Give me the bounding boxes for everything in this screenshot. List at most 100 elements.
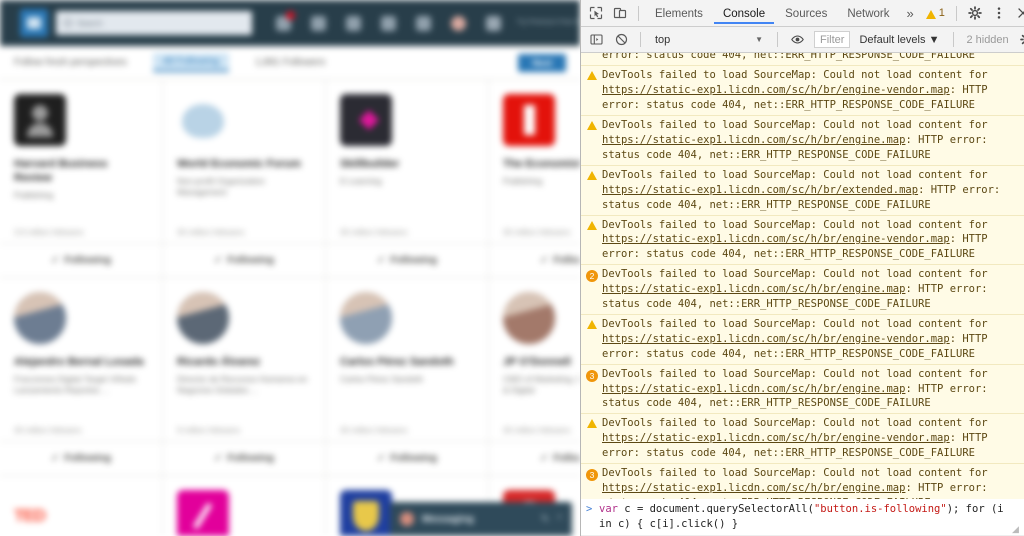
- clear-console-icon[interactable]: [610, 29, 632, 51]
- notifications-icon[interactable]: [416, 15, 431, 31]
- following-card[interactable]: Ricardo Álvarez Director de Recursos Huma…: [163, 278, 326, 476]
- linkedin-page: Search Try Premium Free for 1 Month Foll…: [0, 0, 580, 536]
- tab-elements[interactable]: Elements: [646, 3, 712, 24]
- card-follower-count: 3.9 million followers: [14, 228, 84, 237]
- linkedin-logo-icon[interactable]: [20, 9, 48, 37]
- check-icon: ✓: [376, 453, 386, 464]
- filter-input[interactable]: Filter: [814, 31, 851, 48]
- console-message[interactable]: DevTools failed to load SourceMap: Could…: [581, 315, 1024, 365]
- card-subtitle: Publishing: [503, 175, 543, 186]
- card-title[interactable]: Ricardo Álvarez: [177, 356, 311, 370]
- following-button[interactable]: ✓ Following: [163, 243, 325, 277]
- following-card[interactable]: JP O'Donnell CMO of Marketing, Content, B…: [489, 278, 580, 476]
- following-card[interactable]: The Economist Publishing 30 million follow…: [489, 80, 580, 278]
- console-settings-gear-icon[interactable]: [1016, 29, 1024, 51]
- home-icon[interactable]: [276, 10, 295, 31]
- following-card[interactable]: Alejandro Bernal Losada Fracciones Digita…: [0, 278, 163, 476]
- work-grid-icon[interactable]: [486, 15, 501, 31]
- following-button[interactable]: ✓ Following: [0, 243, 162, 277]
- card-title[interactable]: Alejandro Bernal Losada: [14, 356, 148, 370]
- chevron-down-icon: ▼: [755, 35, 763, 44]
- console-message[interactable]: DevTools failed to load SourceMap: Could…: [581, 414, 1024, 465]
- tab-follow-fresh-perspectives[interactable]: Follow fresh perspectives: [14, 57, 127, 68]
- card-title[interactable]: The Economist: [503, 158, 580, 172]
- following-card[interactable]: World Economic Forum Non-profit Organizat…: [163, 80, 326, 278]
- inspect-element-icon[interactable]: [585, 2, 607, 24]
- sourcemap-url-link[interactable]: https://static-exp1.licdn.com/sc/h/br/en…: [602, 283, 905, 295]
- card-follower-count: 30 million followers: [14, 426, 82, 435]
- console-message[interactable]: 3 DevTools failed to load SourceMap: Coul…: [581, 464, 1024, 499]
- sourcemap-url-link[interactable]: https://static-exp1.licdn.com/sc/h/br/en…: [602, 84, 950, 96]
- card-title[interactable]: World Economic Forum: [177, 158, 311, 172]
- sourcemap-url-link[interactable]: https://static-exp1.licdn.com/sc/h/br/en…: [602, 432, 950, 444]
- gear-icon[interactable]: [964, 2, 986, 24]
- devtools-toolbar: Elements Console Sources Network » 1: [581, 0, 1024, 27]
- tab-all-following[interactable]: All Following: [152, 53, 229, 72]
- message-prefix: DevTools failed to load SourceMap: Could…: [602, 119, 988, 132]
- following-card[interactable]: Carlos Pérez Sandoth Carlos Pérez Sandoth…: [326, 278, 489, 476]
- console-message[interactable]: DevTools failed to load SourceMap: Could…: [581, 116, 1024, 166]
- tab-console[interactable]: Console: [713, 3, 775, 24]
- sourcemap-url-link[interactable]: https://static-exp1.licdn.com/sc/h/br/en…: [602, 233, 950, 245]
- repeat-count-badge: 2: [586, 267, 598, 312]
- card-title[interactable]: Skillbuilder: [340, 158, 474, 172]
- live-expression-icon[interactable]: [786, 29, 808, 51]
- console-prompt[interactable]: > var c = document.querySelectorAll("but…: [581, 498, 1024, 536]
- following-button[interactable]: ✓ Following: [326, 243, 488, 277]
- following-button[interactable]: ✓ Following: [489, 441, 580, 475]
- following-card[interactable]: TEDTED Conferences: [0, 476, 163, 536]
- toolbar-divider: [638, 5, 639, 21]
- check-icon: ✓: [213, 453, 223, 464]
- execution-context-select[interactable]: top ▼: [649, 34, 769, 46]
- sourcemap-url-link[interactable]: https://static-exp1.licdn.com/sc/h/br/en…: [602, 333, 950, 345]
- premium-promo-label[interactable]: Try Premium Free for 1 Month: [517, 18, 580, 29]
- sourcemap-url-link[interactable]: https://static-exp1.licdn.com/sc/h/br/en…: [602, 482, 905, 494]
- following-card[interactable]: Skillbuilder E-Learning 30 million followe…: [326, 80, 489, 278]
- tab-followers[interactable]: 1,891 Followers: [255, 57, 326, 68]
- tab-network[interactable]: Network: [838, 3, 898, 24]
- resize-grip-icon[interactable]: ◢: [1012, 524, 1022, 534]
- card-title[interactable]: Carlos Pérez Sandoth: [340, 356, 474, 370]
- card-title[interactable]: JP O'Donnell: [503, 356, 580, 370]
- messaging-bar[interactable]: Messaging ✎ ^: [390, 502, 572, 536]
- next-button[interactable]: Next: [518, 53, 566, 72]
- following-button-label: Following: [553, 255, 580, 266]
- more-vertical-icon[interactable]: [988, 2, 1010, 24]
- console-message[interactable]: DevTools failed to load SourceMap: Could…: [581, 166, 1024, 216]
- chevron-up-icon[interactable]: ^: [557, 514, 562, 525]
- jobs-icon[interactable]: [346, 15, 361, 31]
- search-input[interactable]: Search: [56, 11, 252, 35]
- console-message[interactable]: DevTools failed to load SourceMap: Could…: [581, 216, 1024, 266]
- close-icon[interactable]: [1012, 2, 1024, 24]
- sourcemap-url-link[interactable]: https://static-exp1.licdn.com/sc/h/br/en…: [602, 383, 905, 395]
- following-card[interactable]: [163, 476, 326, 536]
- following-button[interactable]: ✓ Following: [489, 243, 580, 277]
- more-tabs-icon[interactable]: »: [901, 6, 920, 21]
- tab-sources[interactable]: Sources: [776, 3, 836, 24]
- check-icon: ✓: [213, 255, 223, 266]
- log-levels-select[interactable]: Default levels ▼: [853, 34, 945, 46]
- device-toolbar-icon[interactable]: [609, 2, 631, 24]
- sourcemap-url-link[interactable]: https://static-exp1.licdn.com/sc/h/br/en…: [602, 134, 905, 146]
- following-card[interactable]: Harvard Business Review Publishing 3.9 mil…: [0, 80, 163, 278]
- following-button[interactable]: ✓ Following: [326, 441, 488, 475]
- network-icon[interactable]: [311, 15, 326, 31]
- warning-count-badge[interactable]: 1: [922, 7, 949, 19]
- console-message[interactable]: DevTools failed to load SourceMap: Could…: [581, 53, 1024, 67]
- me-avatar-icon[interactable]: [451, 15, 466, 31]
- console-message[interactable]: 3 DevTools failed to load SourceMap: Coul…: [581, 365, 1024, 415]
- console-message-text: DevTools failed to load SourceMap: Could…: [602, 367, 1018, 412]
- console-input[interactable]: var c = document.querySelectorAll("butto…: [599, 502, 1018, 532]
- following-button[interactable]: ✓ Following: [0, 441, 162, 475]
- sourcemap-url-link[interactable]: https://static-exp1.licdn.com/sc/h/br/ex…: [602, 184, 918, 196]
- compose-icon[interactable]: ✎: [541, 514, 549, 525]
- repeat-count-label: 3: [586, 469, 598, 482]
- console-message[interactable]: 2 DevTools failed to load SourceMap: Coul…: [581, 265, 1024, 315]
- messaging-icon[interactable]: [381, 15, 396, 31]
- following-button[interactable]: ✓ Following: [163, 441, 325, 475]
- console-sidebar-icon[interactable]: [585, 29, 607, 51]
- console-message-list[interactable]: status code 404, net::ERR_HTTP_RESPONSE_…: [581, 53, 1024, 499]
- filterbar-divider-3: [953, 32, 955, 47]
- console-message[interactable]: DevTools failed to load SourceMap: Could…: [581, 66, 1024, 117]
- card-title[interactable]: Harvard Business Review: [14, 158, 148, 186]
